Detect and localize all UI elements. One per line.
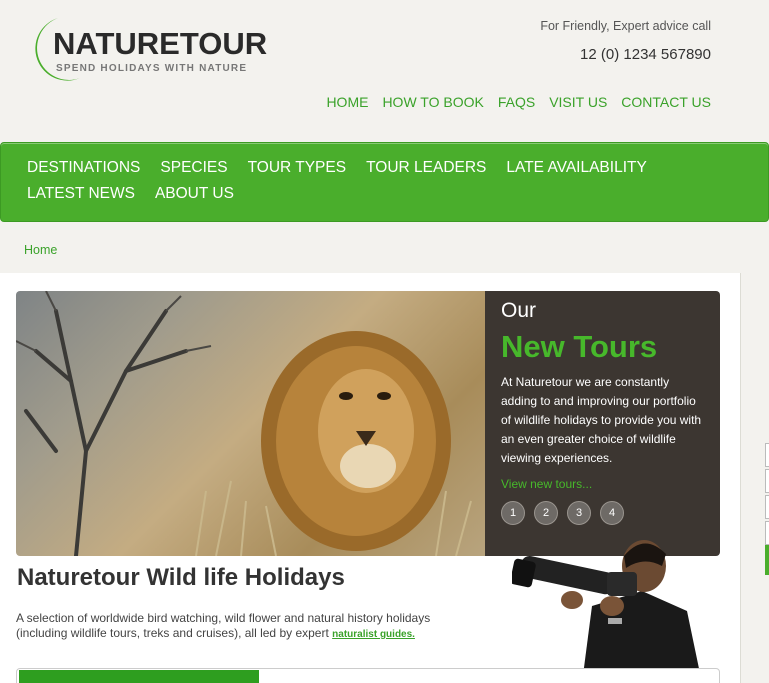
main-nav-latest-news[interactable]: LATEST NEWS xyxy=(27,185,135,203)
slide-button-2[interactable]: 2 xyxy=(534,501,558,525)
sidebar-input[interactable] xyxy=(765,469,769,493)
hero-banner: Our New Tours At Naturetour we are const… xyxy=(16,291,720,556)
top-nav-home[interactable]: HOME xyxy=(326,94,368,110)
page-title: Naturetour Wild life Holidays xyxy=(17,564,345,591)
slide-button-1[interactable]: 1 xyxy=(501,501,525,525)
main-nav: DESTINATIONS SPECIES TOUR TYPES TOUR LEA… xyxy=(0,142,769,222)
main-nav-tour-types[interactable]: TOUR TYPES xyxy=(248,159,346,177)
view-new-tours-link[interactable]: View new tours... xyxy=(501,477,704,491)
sidebar-button[interactable] xyxy=(765,545,769,575)
slide-button-3[interactable]: 3 xyxy=(567,501,591,525)
naturalist-guides-link[interactable]: naturalist guides. xyxy=(332,629,415,640)
main-nav-destinations[interactable]: DESTINATIONS xyxy=(27,159,140,177)
sidebar xyxy=(740,273,769,683)
top-nav: HOME HOW TO BOOK FAQS VISIT US CONTACT U… xyxy=(326,94,711,110)
top-nav-faqs[interactable]: FAQS xyxy=(498,94,535,110)
photographer-image xyxy=(512,540,702,683)
lion-illustration xyxy=(16,291,472,556)
main-nav-species[interactable]: SPECIES xyxy=(160,159,227,177)
panel-title: New Tours xyxy=(501,329,658,364)
bottom-panel-tab[interactable] xyxy=(19,670,259,683)
intro-text: A selection of worldwide bird watching, … xyxy=(16,611,476,642)
slide-pagination: 1 2 3 4 xyxy=(501,501,704,525)
contact-label: For Friendly, Expert advice call xyxy=(540,19,711,33)
new-tours-panel: Our New Tours At Naturetour we are const… xyxy=(485,291,720,556)
breadcrumb[interactable]: Home xyxy=(24,243,57,257)
logo-tagline: SPEND HOLIDAYS WITH NATURE xyxy=(56,63,248,74)
panel-description: At Naturetour we are constantly adding t… xyxy=(501,375,702,465)
contact-phone: 12 (0) 1234 567890 xyxy=(580,46,711,63)
lion-photo xyxy=(16,291,485,556)
main-nav-tour-leaders[interactable]: TOUR LEADERS xyxy=(366,159,486,177)
sidebar-input[interactable] xyxy=(765,521,769,545)
main-nav-late-availability[interactable]: LATE AVAILABILITY xyxy=(506,159,646,177)
main-nav-about-us[interactable]: ABOUT US xyxy=(155,185,234,203)
top-nav-how-to-book[interactable]: HOW TO BOOK xyxy=(382,94,483,110)
panel-our: Our xyxy=(501,299,537,322)
sidebar-input[interactable] xyxy=(765,495,769,519)
sidebar-input[interactable] xyxy=(765,443,769,467)
top-nav-visit-us[interactable]: VISIT US xyxy=(549,94,607,110)
top-nav-contact-us[interactable]: CONTACT US xyxy=(621,94,711,110)
logo[interactable]: NATURETOUR SPEND HOLIDAYS WITH NATURE xyxy=(24,16,274,84)
slide-button-4[interactable]: 4 xyxy=(600,501,624,525)
logo-title: NATURETOUR xyxy=(53,26,268,61)
